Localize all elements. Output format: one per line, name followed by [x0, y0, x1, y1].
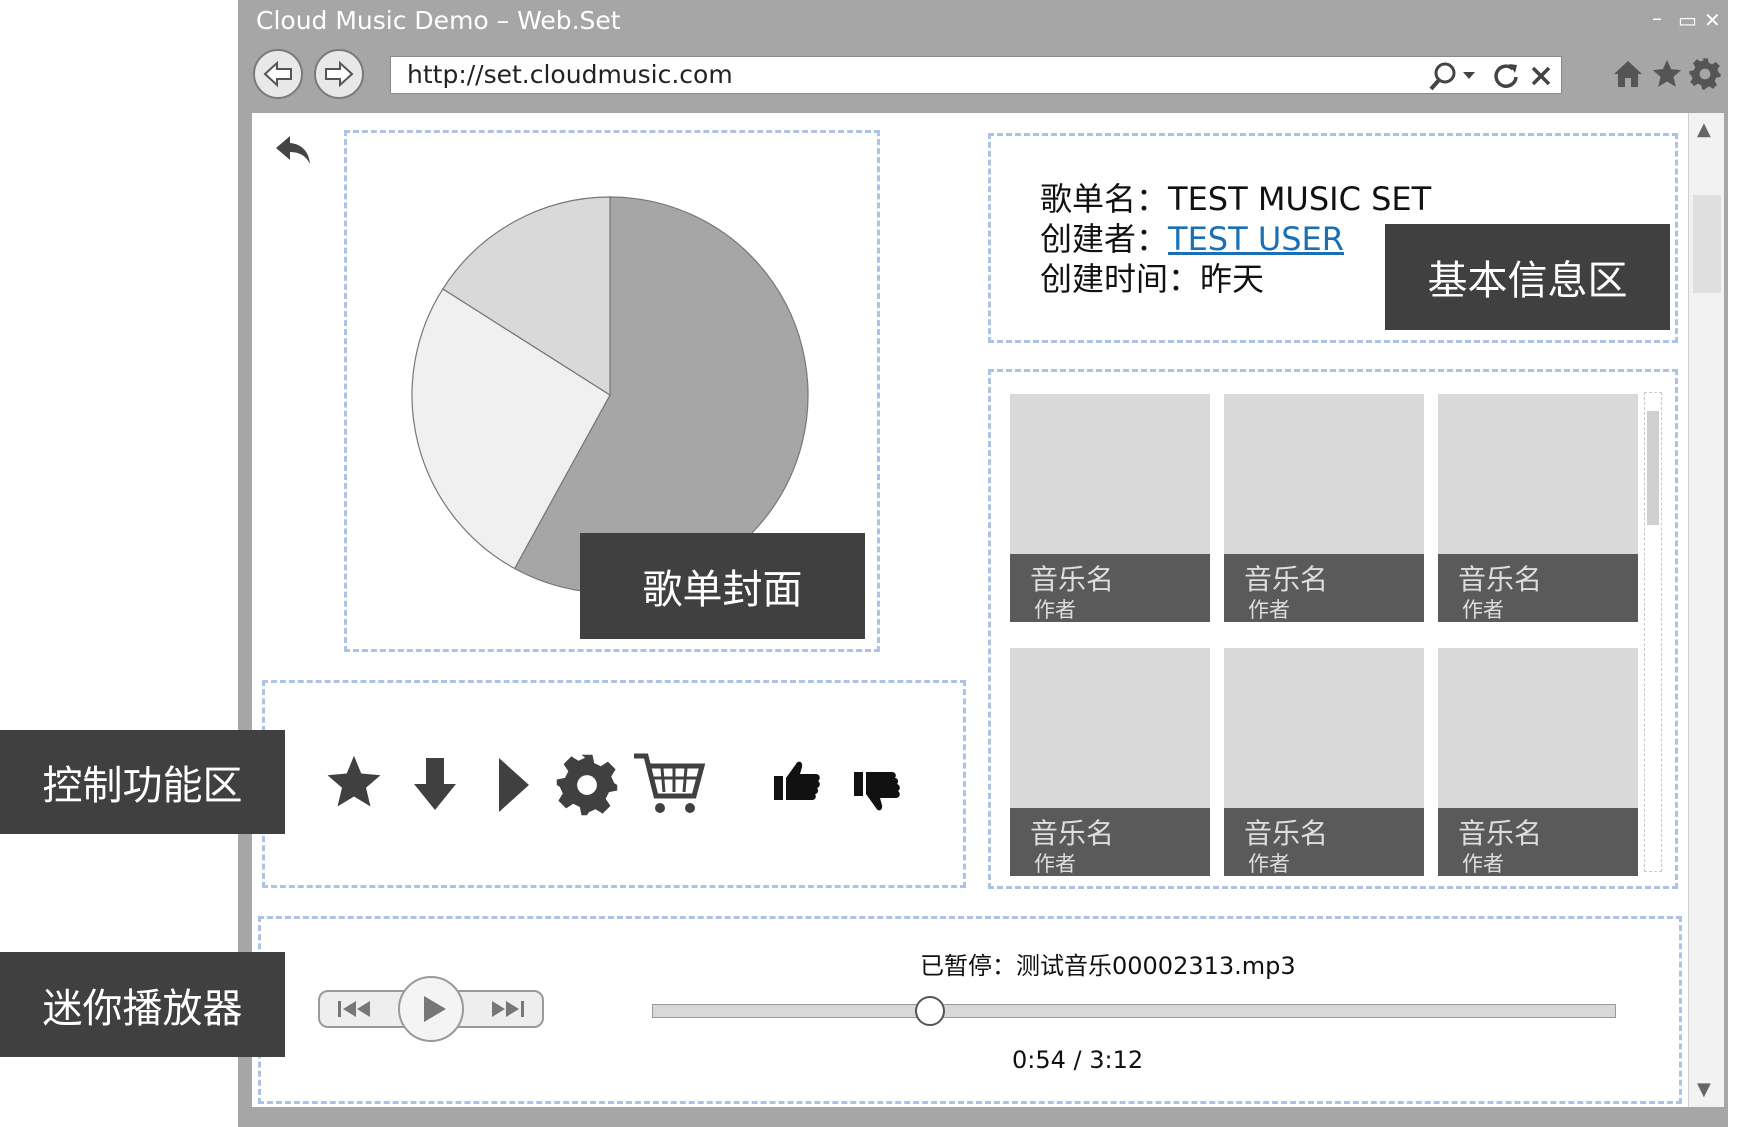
song-name: 音乐名: [1244, 817, 1329, 850]
song-list-scrollbar-thumb[interactable]: [1647, 411, 1659, 525]
play-button[interactable]: [398, 976, 464, 1042]
song-list-scrollbar[interactable]: [1644, 392, 1662, 872]
song-author: 作者: [1248, 598, 1290, 622]
song-name: 音乐名: [1030, 563, 1115, 596]
song-tile[interactable]: 音乐名 作者: [1224, 648, 1424, 876]
song-tile[interactable]: 音乐名 作者: [1010, 394, 1210, 622]
settings-gear-icon[interactable]: [1688, 57, 1722, 91]
song-tile-footer: 音乐名 作者: [1438, 808, 1638, 876]
back-arrow-icon: [263, 60, 292, 88]
cover-annotation: 歌单封面: [580, 533, 865, 639]
created-time-value: 昨天: [1200, 260, 1265, 298]
created-time-row: 创建时间：昨天: [1040, 254, 1264, 300]
url-text[interactable]: http://set.cloudmusic.com: [407, 60, 733, 89]
song-name: 音乐名: [1458, 563, 1543, 596]
song-author: 作者: [1462, 598, 1504, 622]
playlist-name-value: TEST MUSIC SET: [1168, 180, 1432, 218]
close-button[interactable]: ✕: [1704, 8, 1721, 32]
song-name: 音乐名: [1458, 817, 1543, 850]
refresh-icon[interactable]: [1491, 61, 1521, 91]
song-tile-footer: 音乐名 作者: [1224, 808, 1424, 876]
scroll-down-arrow-icon[interactable]: ▼: [1697, 1079, 1711, 1100]
cart-icon[interactable]: [632, 752, 706, 816]
song-tile[interactable]: 音乐名 作者: [1224, 394, 1424, 622]
play-icon[interactable]: [496, 756, 532, 814]
home-icon[interactable]: [1612, 58, 1644, 90]
song-tile-footer: 音乐名 作者: [1010, 808, 1210, 876]
settings-gear-icon[interactable]: [554, 752, 620, 818]
thumbs-down-icon[interactable]: [852, 768, 902, 814]
thumbs-up-icon[interactable]: [772, 758, 822, 804]
favorite-star-icon[interactable]: [1650, 57, 1684, 91]
info-annotation: 基本信息区: [1385, 224, 1670, 330]
song-author: 作者: [1034, 852, 1076, 876]
address-bar[interactable]: http://set.cloudmusic.com: [390, 56, 1562, 94]
creator-label: 创建者：: [1040, 220, 1169, 258]
song-name: 音乐名: [1030, 817, 1115, 850]
song-tile-footer: 音乐名 作者: [1224, 554, 1424, 622]
song-tile[interactable]: 音乐名 作者: [1010, 648, 1210, 876]
playback-status: 已暂停：测试音乐00002313.mp3: [920, 952, 1296, 980]
forward-arrow-icon: [325, 60, 354, 88]
player-annotation: 迷你播放器: [0, 952, 285, 1057]
song-tile[interactable]: 音乐名 作者: [1438, 394, 1638, 622]
forward-button[interactable]: [314, 49, 364, 99]
next-track-icon[interactable]: [486, 998, 526, 1020]
minimize-button[interactable]: –: [1652, 6, 1662, 30]
maximize-button[interactable]: ▭: [1678, 8, 1697, 32]
song-name: 音乐名: [1244, 563, 1329, 596]
song-author: 作者: [1462, 852, 1504, 876]
page-scrollbar[interactable]: ▲ ▼: [1688, 113, 1724, 1107]
song-author: 作者: [1034, 598, 1076, 622]
creator-link[interactable]: TEST USER: [1168, 220, 1344, 258]
back-button[interactable]: [253, 49, 303, 99]
song-author: 作者: [1248, 852, 1290, 876]
song-tile-footer: 音乐名 作者: [1438, 554, 1638, 622]
playlist-name-label: 歌单名：: [1040, 180, 1169, 218]
window-title: Cloud Music Demo – Web.Set: [256, 6, 621, 35]
song-tile[interactable]: 音乐名 作者: [1438, 648, 1638, 876]
progress-knob[interactable]: [915, 996, 946, 1026]
return-icon[interactable]: [274, 130, 314, 170]
playback-time: 0:54 / 3:12: [1012, 1046, 1144, 1074]
scrollbar-thumb[interactable]: [1693, 195, 1721, 293]
star-icon[interactable]: [324, 752, 384, 812]
stop-icon[interactable]: [1529, 64, 1553, 88]
created-time-label: 创建时间：: [1040, 260, 1201, 298]
previous-track-icon[interactable]: [336, 998, 376, 1020]
scroll-up-arrow-icon[interactable]: ▲: [1697, 119, 1711, 140]
progress-track[interactable]: [652, 1004, 1616, 1018]
search-icon[interactable]: [1427, 61, 1481, 91]
play-icon: [424, 996, 446, 1022]
song-tile-footer: 音乐名 作者: [1010, 554, 1210, 622]
download-icon[interactable]: [410, 756, 460, 812]
controls-annotation: 控制功能区: [0, 730, 285, 834]
